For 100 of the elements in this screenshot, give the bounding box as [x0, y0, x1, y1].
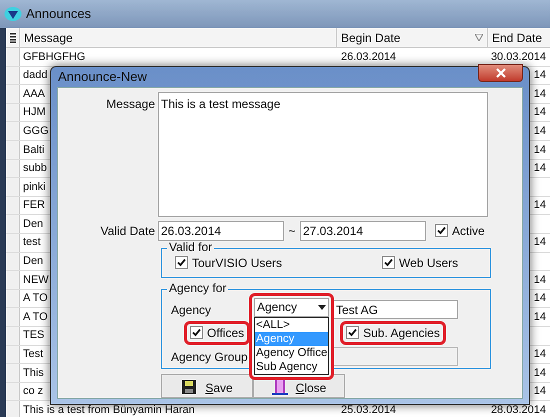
column-header[interactable]: Begin Date: [341, 28, 400, 46]
message-cell: GFBHGFHG: [23, 50, 86, 63]
checkmark-icon: [384, 258, 394, 267]
checkmark-icon: [177, 258, 186, 267]
end-date-cell-text: 14: [534, 68, 546, 84]
message-field[interactable]: This is a test message: [158, 92, 488, 216]
message-cell: pinki: [23, 180, 46, 193]
begin-date-cell: 26.03.2014: [341, 50, 396, 63]
checkbox[interactable]: [190, 326, 203, 339]
date-field[interactable]: 27.03.2014: [300, 220, 426, 240]
end-date-cell-text: 14: [534, 124, 546, 139]
row-selector[interactable]: [6, 160, 20, 178]
end-date-cell-text: 14: [534, 272, 546, 288]
row-selector[interactable]: [6, 234, 20, 252]
message-cell: dadd: [23, 69, 48, 82]
row-selector[interactable]: [6, 364, 20, 382]
close-icon[interactable]: [478, 64, 523, 82]
checkmark-icon: [437, 226, 446, 235]
field-label: Message: [106, 96, 155, 112]
row-selector[interactable]: [6, 308, 20, 326]
message-cell: HJM: [23, 106, 46, 118]
message-cell: FER: [23, 199, 45, 212]
row-selector[interactable]: [6, 196, 20, 214]
field-label: Valid Date: [100, 222, 155, 240]
message-cell: test: [23, 236, 41, 248]
checkbox-label: Offices: [207, 324, 244, 342]
dropdown-arrow-icon: [318, 304, 326, 310]
dropdown-item[interactable]: <ALL>: [255, 318, 328, 332]
row-selector[interactable]: [6, 252, 20, 270]
message-cell: Test: [23, 348, 44, 360]
row-selector[interactable]: [6, 271, 20, 289]
agency-group-field[interactable]: [333, 347, 458, 366]
field-label: Agency: [171, 302, 212, 316]
column-header[interactable]: End Date: [492, 30, 542, 44]
end-date-cell-text: 30.03.2014: [490, 50, 546, 65]
window-title: Announces: [26, 5, 92, 24]
row-selector[interactable]: [6, 85, 20, 103]
checkmark-icon: [348, 328, 358, 337]
message-cell: NEW: [23, 274, 49, 286]
date-field[interactable]: 26.03.2014: [158, 220, 284, 240]
checkmark-icon: [192, 328, 201, 337]
row-selector[interactable]: [6, 346, 20, 364]
end-date-cell-text: 14: [534, 105, 546, 120]
app-logo-icon: [4, 6, 22, 22]
range-separator: ~: [287, 222, 296, 240]
end-date-cell-text: 14: [534, 347, 546, 362]
row-selector[interactable]: [6, 66, 20, 84]
end-date-cell-text: 14: [534, 291, 546, 306]
column-chooser-icon[interactable]: [10, 32, 16, 42]
checkbox-label: TourVISIO Users: [192, 254, 282, 272]
row-selector[interactable]: [6, 140, 20, 159]
end-date-cell-text: 14: [534, 366, 546, 381]
checkbox[interactable]: [435, 224, 448, 237]
message-cell: Den: [23, 218, 44, 230]
row-selector[interactable]: [6, 382, 20, 400]
message-cell: co z: [23, 385, 44, 398]
row-selector[interactable]: [6, 48, 20, 66]
end-date-cell-text: 14: [534, 161, 546, 176]
message-cell: This: [23, 366, 44, 379]
message-cell: Balti: [23, 144, 44, 156]
message-cell: subb: [23, 162, 47, 174]
message-cell: This is a test from Bünyamin Haran: [23, 404, 195, 416]
row-selector[interactable]: [6, 178, 20, 196]
field-label: Agency Group: [171, 350, 248, 364]
row-selector[interactable]: [6, 326, 20, 344]
group-title: Agency for: [167, 282, 228, 294]
group-title: Valid for: [167, 240, 214, 252]
row-selector[interactable]: [6, 104, 20, 122]
dialog-title: Announce-New: [58, 68, 147, 86]
row-selector[interactable]: [6, 215, 20, 233]
agency-field[interactable]: Test AG: [333, 300, 458, 319]
end-date-cell-text: 28.03.2014: [490, 402, 546, 417]
checkbox-label: Active: [452, 222, 485, 240]
message-cell: Den: [23, 255, 44, 268]
end-date-cell-text: 14: [534, 142, 546, 158]
end-date-cell-text: 14: [534, 86, 546, 102]
message-cell: AAA: [23, 88, 46, 100]
save-button[interactable]: Save: [161, 374, 253, 398]
begin-date-cell: 25.03.2014: [341, 404, 396, 416]
checkbox[interactable]: [382, 256, 396, 269]
message-cell: A TO: [23, 310, 48, 323]
message-cell: TES: [23, 329, 44, 342]
row-selector[interactable]: [6, 122, 20, 140]
checkbox[interactable]: [175, 256, 188, 269]
message-cell: A TO: [23, 292, 48, 304]
checkbox[interactable]: [346, 326, 360, 339]
row-selector[interactable]: [6, 401, 20, 417]
end-date-cell-text: 14: [534, 198, 546, 214]
filter-icon[interactable]: [475, 34, 483, 41]
checkbox-label: Web Users: [399, 254, 458, 272]
dropdown-item[interactable]: Sub Agency: [255, 360, 328, 374]
agency-type-dropdown[interactable]: Agency: [254, 298, 329, 316]
end-date-cell-text: 14: [534, 310, 546, 325]
row-selector[interactable]: [6, 290, 20, 308]
checkbox-label: Sub. Agencies: [363, 324, 440, 342]
message-cell: GGG: [23, 124, 49, 137]
column-header[interactable]: Message: [24, 28, 73, 46]
end-date-cell-text: 14: [534, 384, 546, 400]
end-date-cell-text: 14: [534, 235, 546, 250]
dropdown-item[interactable]: Agency Office: [255, 346, 328, 360]
